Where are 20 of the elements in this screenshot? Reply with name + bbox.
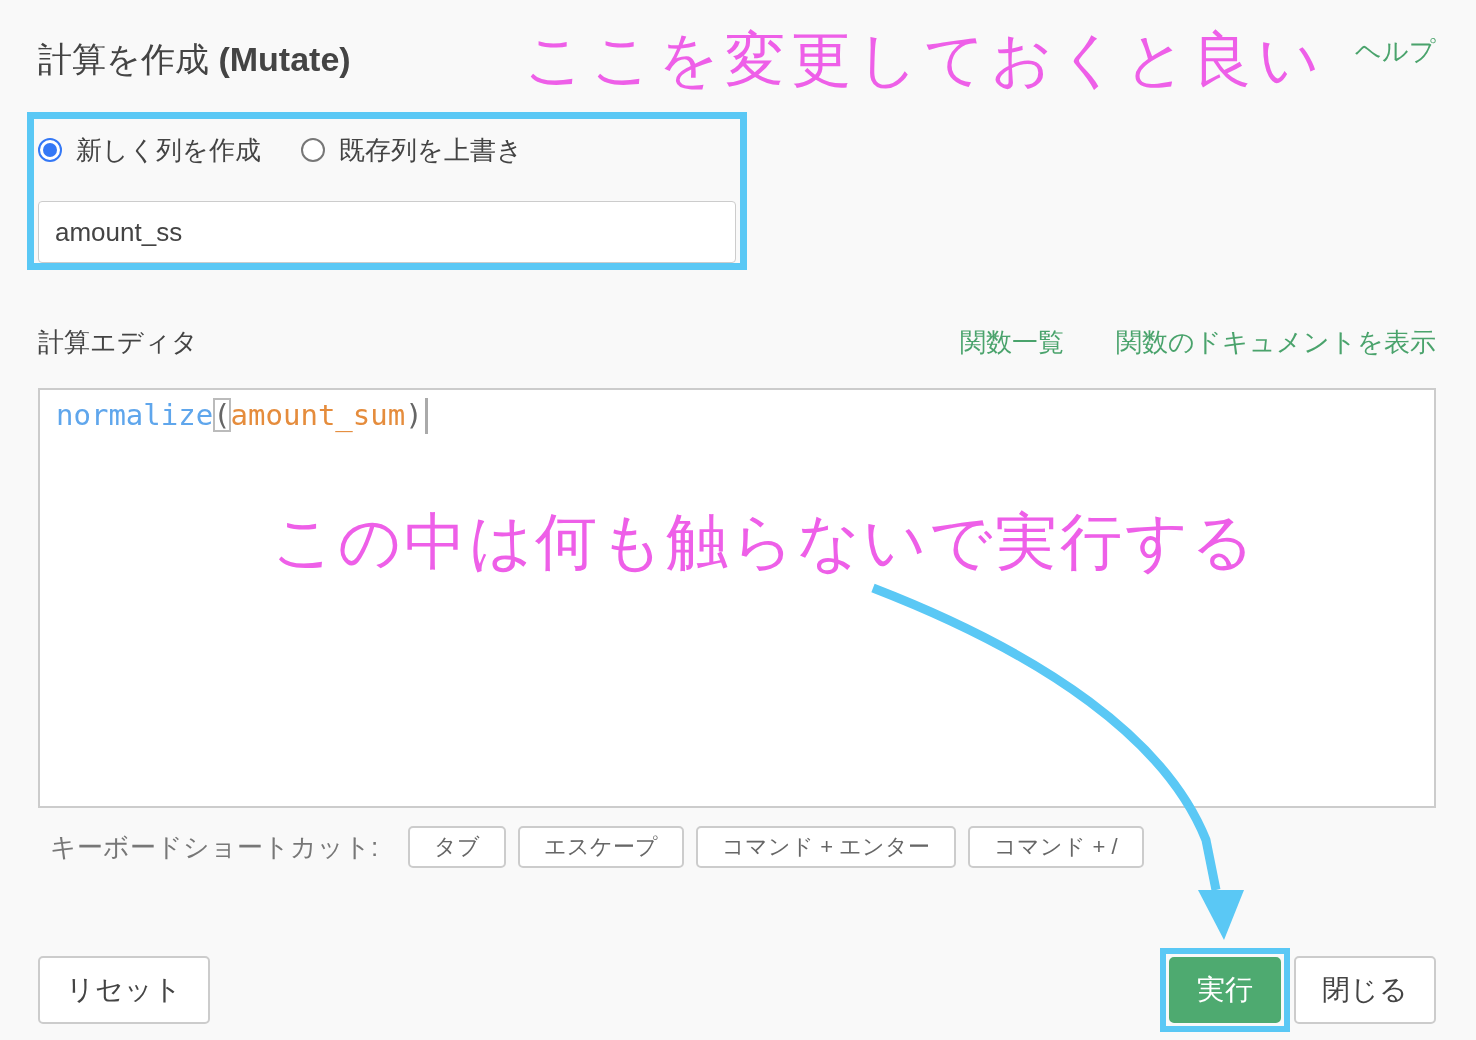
- text-cursor: [424, 398, 428, 434]
- reset-button[interactable]: リセット: [38, 956, 210, 1024]
- code-line: normalize(amount_sum): [56, 398, 423, 432]
- radio-option[interactable]: 新しく列を作成: [38, 132, 261, 168]
- section-label: 計算エディタ: [38, 325, 198, 359]
- handwritten-note: この中は何も触らないで実行する: [272, 507, 1257, 578]
- shortcut-key: エスケープ: [518, 826, 685, 868]
- shortcut-key: タブ: [408, 826, 507, 868]
- shortcut-key: コマンド + /: [968, 826, 1144, 868]
- radio-label: 既存列を上書き: [339, 133, 523, 167]
- dialog-title: 計算を作成 (Mutate): [38, 39, 351, 80]
- radio-icon[interactable]: [301, 138, 325, 162]
- shortcut-label: キーボードショートカット:: [50, 830, 379, 864]
- handwritten-note: ここを変更しておくと良い: [524, 25, 1325, 95]
- shortcut-key: コマンド + エンター: [696, 826, 957, 868]
- radio-label: 新しく列を作成: [76, 133, 261, 167]
- column-name-field[interactable]: amount_ss: [38, 201, 736, 263]
- radio-icon[interactable]: [38, 138, 62, 162]
- radio-option[interactable]: 既存列を上書き: [301, 132, 523, 168]
- close-button[interactable]: 閉じる: [1294, 956, 1436, 1024]
